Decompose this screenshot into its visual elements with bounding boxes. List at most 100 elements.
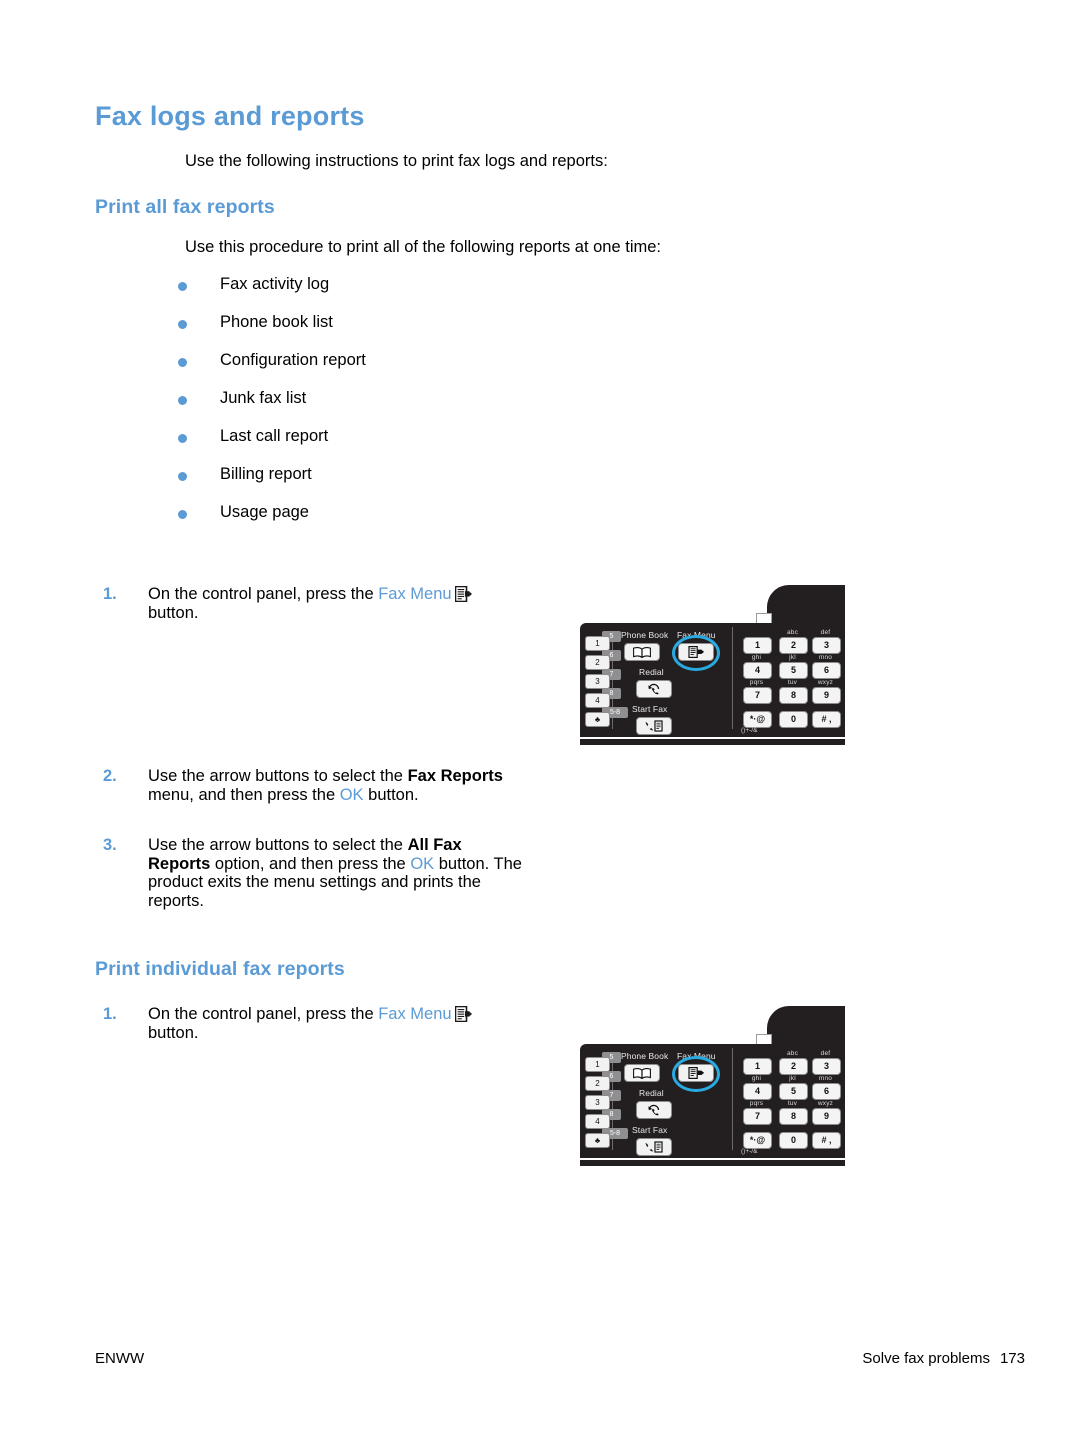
intro-paragraph: Use the following instructions to print … [185,152,608,170]
procedure-step: 1. On the control panel, press the Fax M… [103,585,523,622]
list-item: Junk fax list [178,387,598,425]
page-number: 173 [999,1350,1025,1367]
keypad-letters-7: pqrs [749,679,764,686]
speed-dial-key-1[interactable]: 1 [585,636,610,651]
bullet-dot-icon [178,396,187,405]
keypad-letters-5: jkl [789,1075,796,1082]
start-fax-label: Start Fax [632,704,668,714]
keypad-key-9[interactable]: 9 [812,687,841,704]
speed-dial-key-1[interactable]: 1 [585,1057,610,1072]
section-heading-print-all-fax-reports: Print all fax reports [95,196,275,218]
fax-menu-icon [454,1006,472,1022]
control-panel-illustration: 5 1 6 2 7 3 8 4 5-8 ♣ Phone Book Fax Men… [580,1006,845,1166]
page-title: Fax logs and reports [95,101,365,131]
control-panel-surface: 5 1 6 2 7 3 8 4 5-8 ♣ Phone Book Fax Men… [580,623,845,737]
list-item-label: Fax activity log [220,275,330,293]
list-item-label: Configuration report [220,351,366,369]
list-item-label: Usage page [220,503,309,521]
phone-book-icon [632,646,652,658]
list-item: Configuration report [178,349,598,387]
keypad-key-2[interactable]: 2 [779,1058,808,1075]
start-fax-button[interactable] [636,717,672,735]
keypad-key-9[interactable]: 9 [812,1108,841,1125]
keypad-letters-6: mno [818,654,833,661]
keypad-letters-8: tuv [787,679,798,686]
panel-divider [732,1048,733,1150]
fax-menu-link: Fax Menu [378,585,452,603]
keypad-key-7[interactable]: 7 [743,1108,772,1125]
menu-name: Fax Reports [407,767,503,785]
keypad-letters-9: wxyz [817,679,834,686]
step-number: 1. [103,585,117,603]
speed-dial-key-4[interactable]: 4 [585,1114,610,1129]
bullet-dot-icon [178,282,187,291]
keypad-key-8[interactable]: 8 [779,1108,808,1125]
keypad-key-4[interactable]: 4 [743,1083,772,1100]
speed-dial-key-4[interactable]: 4 [585,693,610,708]
keypad-key-4[interactable]: 4 [743,662,772,679]
speed-dial-shift-key[interactable]: ♣ [585,1133,610,1148]
procedure-step: 3. Use the arrow buttons to select the A… [103,836,523,910]
keypad-key-1[interactable]: 1 [743,1058,772,1075]
keypad-key-pound[interactable]: # , [812,711,841,728]
keypad-key-5[interactable]: 5 [779,1083,808,1100]
bullet-dot-icon [178,434,187,443]
keypad-letters-3: def [820,1050,831,1057]
keypad-letters-4: ghi [751,1075,762,1082]
step-text: On the control panel, press the Fax Menu… [148,585,523,622]
keypad-key-2[interactable]: 2 [779,637,808,654]
bullet-dot-icon [178,510,187,519]
panel-base-strip [580,1160,845,1166]
keypad-key-0[interactable]: 0 [779,1132,808,1149]
step-text-mid: menu, and then press the [148,785,340,804]
keypad-letters-2: abc [786,629,799,636]
speed-dial-key-3[interactable]: 3 [585,1095,610,1110]
keypad-key-pound[interactable]: # , [812,1132,841,1149]
redial-icon [647,1104,662,1117]
speed-dial-shift-key[interactable]: ♣ [585,712,610,727]
keypad-key-0[interactable]: 0 [779,711,808,728]
fax-menu-highlight-circle [672,635,720,671]
panel-base-strip [580,739,845,745]
step-text-pre: On the control panel, press the [148,585,379,603]
step-number: 3. [103,836,117,854]
list-item: Last call report [178,425,598,463]
section-intro-paragraph: Use this procedure to print all of the f… [185,238,661,256]
keypad-letters-3: def [820,629,831,636]
redial-button[interactable] [636,1101,672,1119]
keypad-letters-7: pqrs [749,1100,764,1107]
step-text-pre: Use the arrow buttons to select the [148,767,408,785]
phone-book-button[interactable] [624,1064,660,1082]
list-item-label: Last call report [220,427,329,445]
fax-menu-icon [454,586,472,602]
keypad-key-7[interactable]: 7 [743,687,772,704]
keypad-letters-9: wxyz [817,1100,834,1107]
list-item: Usage page [178,501,598,539]
keypad-key-5[interactable]: 5 [779,662,808,679]
speed-dial-key-3[interactable]: 3 [585,674,610,689]
step-text: On the control panel, press the Fax Menu… [148,1005,523,1042]
phone-book-button[interactable] [624,643,660,661]
keypad-letters-5: jkl [789,654,796,661]
redial-button[interactable] [636,680,672,698]
start-fax-button[interactable] [636,1138,672,1156]
step-number: 2. [103,767,117,785]
step-text-post: button. [148,603,199,622]
keypad-key-asterisk[interactable]: *·@ [743,1132,772,1149]
keypad-key-3[interactable]: 3 [812,1058,841,1075]
footer-right: Solve fax problems 173 [862,1350,1025,1367]
speed-dial-key-2[interactable]: 2 [585,1076,610,1091]
phone-book-label: Phone Book [621,1051,669,1061]
speed-dial-key-2[interactable]: 2 [585,655,610,670]
redial-label: Redial [639,1088,664,1098]
keypad-key-8[interactable]: 8 [779,687,808,704]
keypad-key-1[interactable]: 1 [743,637,772,654]
bullet-dot-icon [178,320,187,329]
keypad-symbols-label: ()+-/& [741,727,758,734]
bullet-dot-icon [178,358,187,367]
keypad-key-asterisk[interactable]: *·@ [743,711,772,728]
keypad-key-3[interactable]: 3 [812,637,841,654]
phone-book-label: Phone Book [621,630,669,640]
keypad-key-6[interactable]: 6 [812,1083,841,1100]
keypad-key-6[interactable]: 6 [812,662,841,679]
